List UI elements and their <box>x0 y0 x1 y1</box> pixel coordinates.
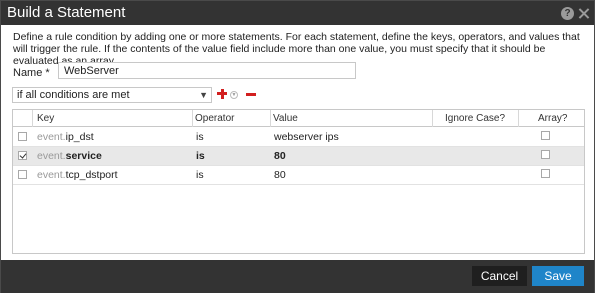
titlebar: Build a Statement ? <box>1 1 594 25</box>
key-prefix: event. <box>37 131 66 143</box>
select-column-header <box>13 110 33 127</box>
column-header-array[interactable]: Array? <box>519 110 584 127</box>
value-cell: 80 <box>274 150 286 162</box>
value-cell: 80 <box>274 169 286 181</box>
operator-cell: is <box>196 150 205 162</box>
name-input[interactable] <box>58 62 356 79</box>
column-header-operator[interactable]: Operator <box>193 110 271 127</box>
dialog-title: Build a Statement <box>7 4 126 21</box>
chevron-down-icon: ▼ <box>199 90 208 100</box>
add-options-chevron-icon[interactable]: ▼ <box>230 91 238 99</box>
remove-icon[interactable] <box>246 93 256 96</box>
condition-select-value: if all conditions are met <box>17 89 130 101</box>
close-icon[interactable] <box>577 7 590 20</box>
row-select-checkbox[interactable] <box>18 170 27 179</box>
key-cell: event.service <box>37 147 102 165</box>
key-cell: event.tcp_dstport <box>37 166 118 184</box>
column-header-ignore-case[interactable]: Ignore Case? <box>433 110 519 127</box>
key-cell: event.ip_dst <box>37 128 94 146</box>
statements-table: Key Operator Value Ignore Case? Array? e… <box>12 109 585 254</box>
table-row[interactable]: event.tcp_dstport is 80 <box>13 166 584 185</box>
name-label: Name * <box>13 67 50 79</box>
table-row[interactable]: event.ip_dst is webserver ips <box>13 128 584 147</box>
add-icon[interactable] <box>217 87 229 101</box>
dialog-footer: Cancel Save <box>1 260 594 293</box>
key-prefix: event. <box>37 150 66 162</box>
key-name: ip_dst <box>65 131 94 143</box>
row-select-checkbox[interactable] <box>18 151 27 160</box>
operator-cell: is <box>196 131 204 143</box>
column-header-key[interactable]: Key <box>33 110 193 127</box>
array-checkbox[interactable] <box>541 131 550 140</box>
value-cell: webserver ips <box>274 131 339 143</box>
array-checkbox[interactable] <box>541 169 550 178</box>
table-row[interactable]: event.service is 80 <box>13 147 584 166</box>
cancel-button[interactable]: Cancel <box>472 266 527 286</box>
array-checkbox[interactable] <box>541 150 550 159</box>
condition-select[interactable]: if all conditions are met ▼ <box>12 87 212 103</box>
column-header-value[interactable]: Value <box>271 110 433 127</box>
build-statement-dialog: Build a Statement ? Define a rule condit… <box>0 0 595 293</box>
key-name: service <box>65 150 102 162</box>
key-prefix: event. <box>37 169 66 181</box>
titlebar-icons: ? <box>561 4 590 22</box>
key-name: tcp_dstport <box>65 169 118 181</box>
help-icon[interactable]: ? <box>561 6 574 20</box>
save-button[interactable]: Save <box>532 266 584 286</box>
operator-cell: is <box>196 169 204 181</box>
row-select-checkbox[interactable] <box>18 132 27 141</box>
table-header: Key Operator Value Ignore Case? Array? <box>13 110 584 127</box>
